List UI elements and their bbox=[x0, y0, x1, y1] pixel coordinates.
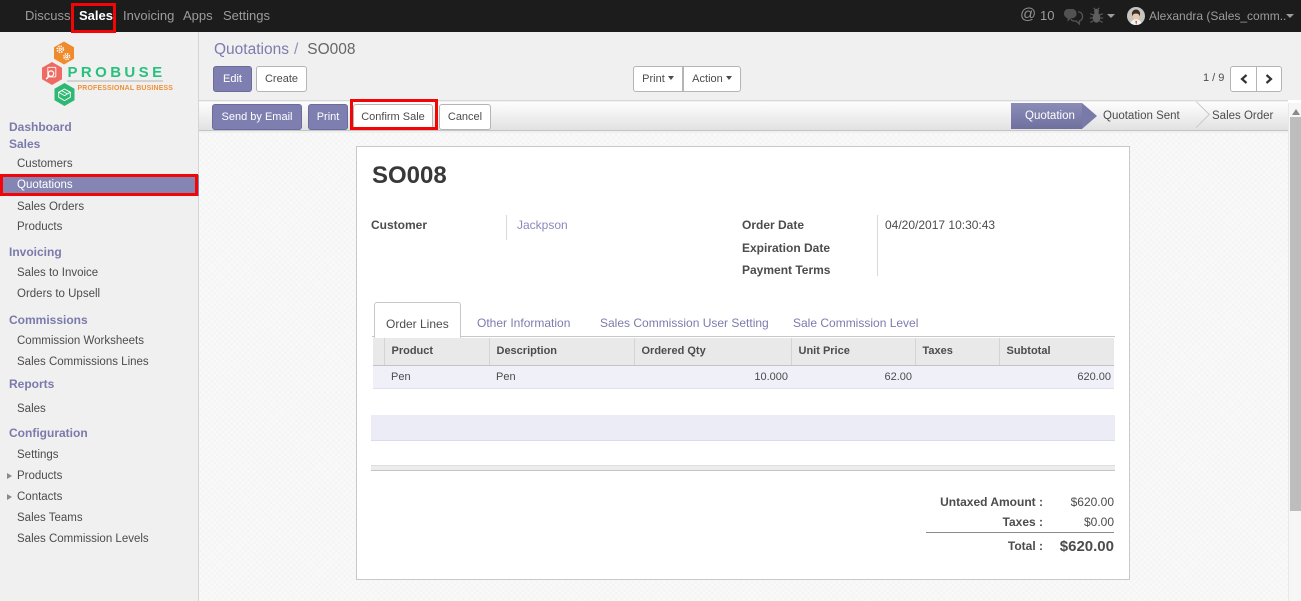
svg-text:PROBUSE: PROBUSE bbox=[68, 64, 166, 81]
svg-text:PROFESSIONAL BUSINESS: PROFESSIONAL BUSINESS bbox=[78, 85, 174, 92]
